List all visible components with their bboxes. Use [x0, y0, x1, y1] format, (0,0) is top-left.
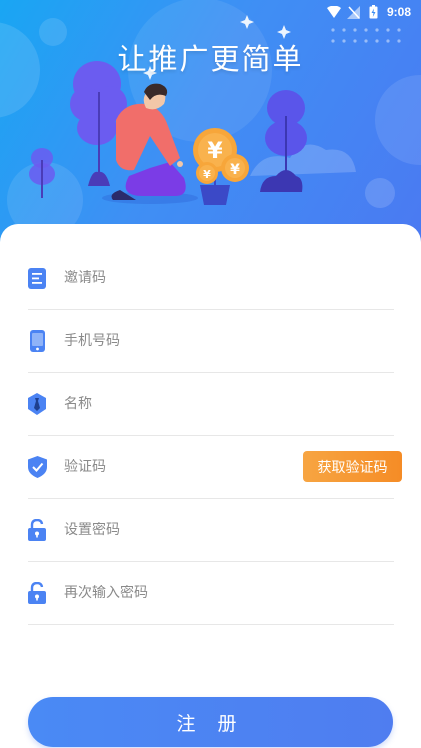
unlock-icon: [27, 582, 47, 604]
password-input[interactable]: [64, 522, 264, 538]
password-row: [28, 499, 394, 562]
phone-icon: [27, 330, 47, 352]
phone-input[interactable]: [64, 333, 264, 349]
battery-icon: [367, 5, 381, 19]
name-input[interactable]: [64, 396, 264, 412]
invite-code-row: [28, 247, 394, 310]
status-bar: 9:08: [326, 3, 411, 21]
header-banner: ¥ ¥ ¥ 9:08 让推广更简单: [0, 0, 421, 260]
svg-text:¥: ¥: [230, 162, 240, 178]
no-signal-icon: [347, 5, 361, 19]
confirm-password-input[interactable]: [64, 585, 264, 601]
phone-row: [28, 310, 394, 373]
invite-code-input[interactable]: [64, 270, 264, 286]
tie-icon: [27, 393, 47, 415]
confirm-password-row: [28, 562, 394, 625]
register-button[interactable]: 注 册: [28, 697, 393, 747]
status-time: 9:08: [386, 5, 411, 19]
register-form: 获取验证码 注 册: [0, 224, 421, 748]
svg-text:¥: ¥: [203, 168, 211, 181]
name-row: [28, 373, 394, 436]
wifi-icon: [326, 5, 341, 19]
page-title: 让推广更简单: [117, 42, 304, 76]
document-icon: [27, 267, 47, 289]
verification-code-input[interactable]: [64, 459, 264, 475]
svg-text:¥: ¥: [207, 139, 223, 164]
shield-check-icon: [27, 456, 47, 478]
unlock-icon: [27, 519, 47, 541]
get-code-button[interactable]: 获取验证码: [303, 451, 402, 482]
